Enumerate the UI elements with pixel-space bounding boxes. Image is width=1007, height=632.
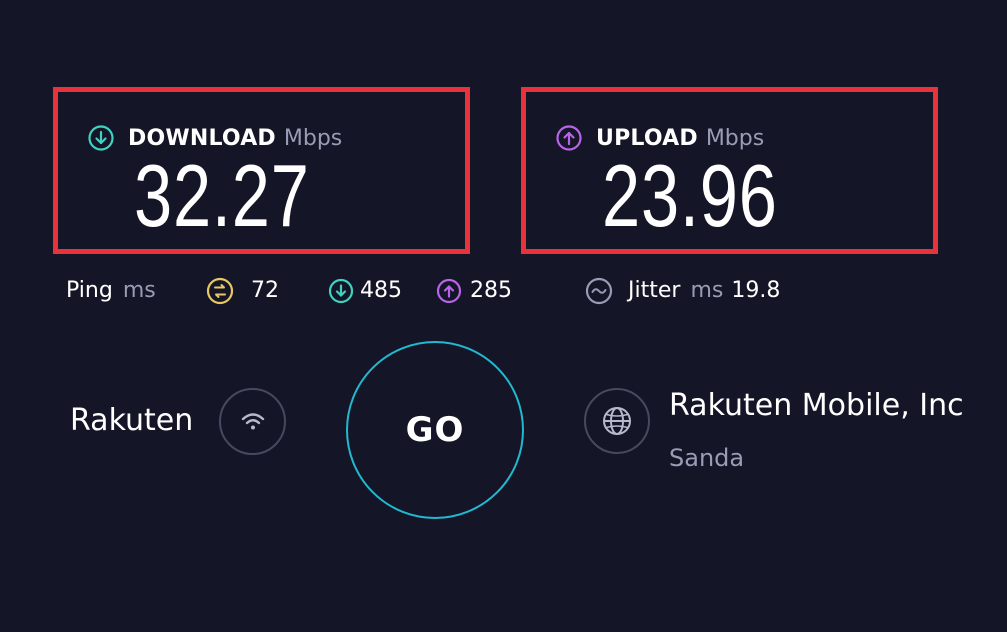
upload-panel: UPLOAD Mbps 23.96 — [521, 87, 938, 254]
ping-idle-value: 72 — [251, 278, 279, 303]
ping-idle-stat: 72 — [206, 276, 279, 306]
server-select-button[interactable] — [584, 388, 650, 454]
ping-download-icon — [328, 278, 354, 304]
wifi-icon — [241, 412, 264, 429]
ping-upload-icon — [436, 278, 462, 304]
ping-idle-icon — [206, 277, 234, 305]
server-location: Sanda — [669, 444, 745, 472]
jitter-wave-icon — [585, 277, 613, 305]
ping-upload-stat: 285 — [436, 276, 512, 306]
go-button[interactable]: GO — [346, 341, 524, 519]
jitter-stat: Jitter ms 19.8 — [585, 276, 780, 306]
jitter-label: Jitter — [628, 278, 681, 303]
ping-label-group: Ping ms — [66, 276, 156, 306]
ping-label: Ping — [66, 278, 113, 303]
globe-icon — [603, 407, 631, 435]
server-name[interactable]: Rakuten Mobile, Inc — [669, 388, 964, 423]
jitter-unit: ms — [690, 278, 724, 303]
ping-download-stat: 485 — [328, 276, 402, 306]
isp-name: Rakuten — [70, 403, 194, 438]
ping-unit: ms — [122, 278, 156, 303]
connection-button[interactable] — [219, 388, 286, 455]
download-arrow-icon — [88, 125, 114, 151]
upload-speed-value: 23.96 — [602, 146, 778, 245]
download-speed-value: 32.27 — [134, 146, 310, 245]
download-panel: DOWNLOAD Mbps 32.27 — [53, 87, 470, 254]
jitter-value: 19.8 — [731, 278, 781, 303]
ping-upload-value: 285 — [470, 278, 512, 303]
upload-arrow-icon — [556, 125, 582, 151]
ping-download-value: 485 — [360, 278, 402, 303]
go-button-label: GO — [405, 410, 465, 450]
